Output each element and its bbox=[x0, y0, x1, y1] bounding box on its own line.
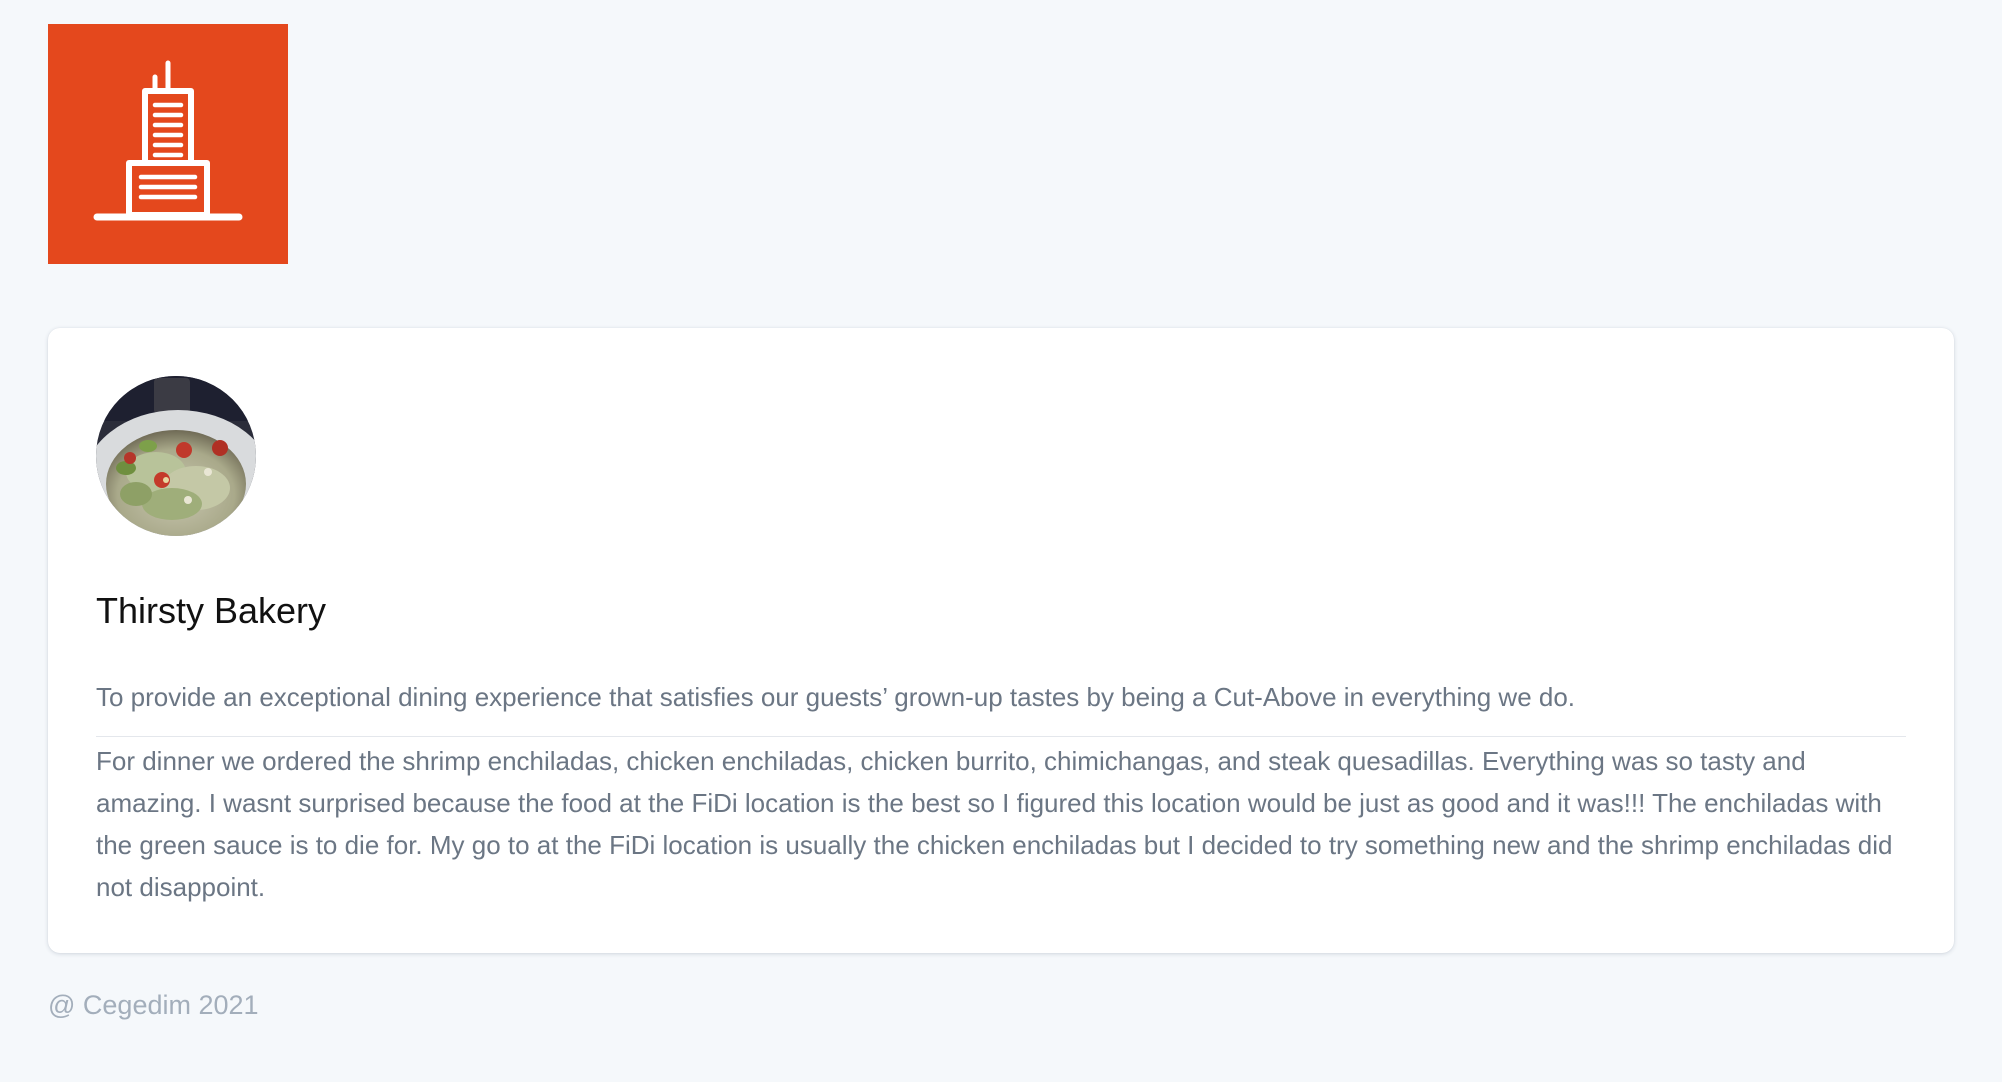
restaurant-avatar bbox=[96, 376, 256, 536]
restaurant-card: Thirsty Bakery To provide an exceptional… bbox=[48, 328, 1954, 953]
footer-copyright: @ Cegedim 2021 bbox=[48, 990, 259, 1020]
review-text: For dinner we ordered the shrimp enchila… bbox=[96, 746, 1893, 902]
brand-logo[interactable] bbox=[48, 24, 288, 264]
restaurant-name: Thirsty Bakery bbox=[96, 590, 327, 631]
divider bbox=[96, 736, 1906, 737]
skyscraper-icon bbox=[93, 59, 243, 229]
restaurant-motto: To provide an exceptional dining experie… bbox=[96, 682, 1576, 712]
